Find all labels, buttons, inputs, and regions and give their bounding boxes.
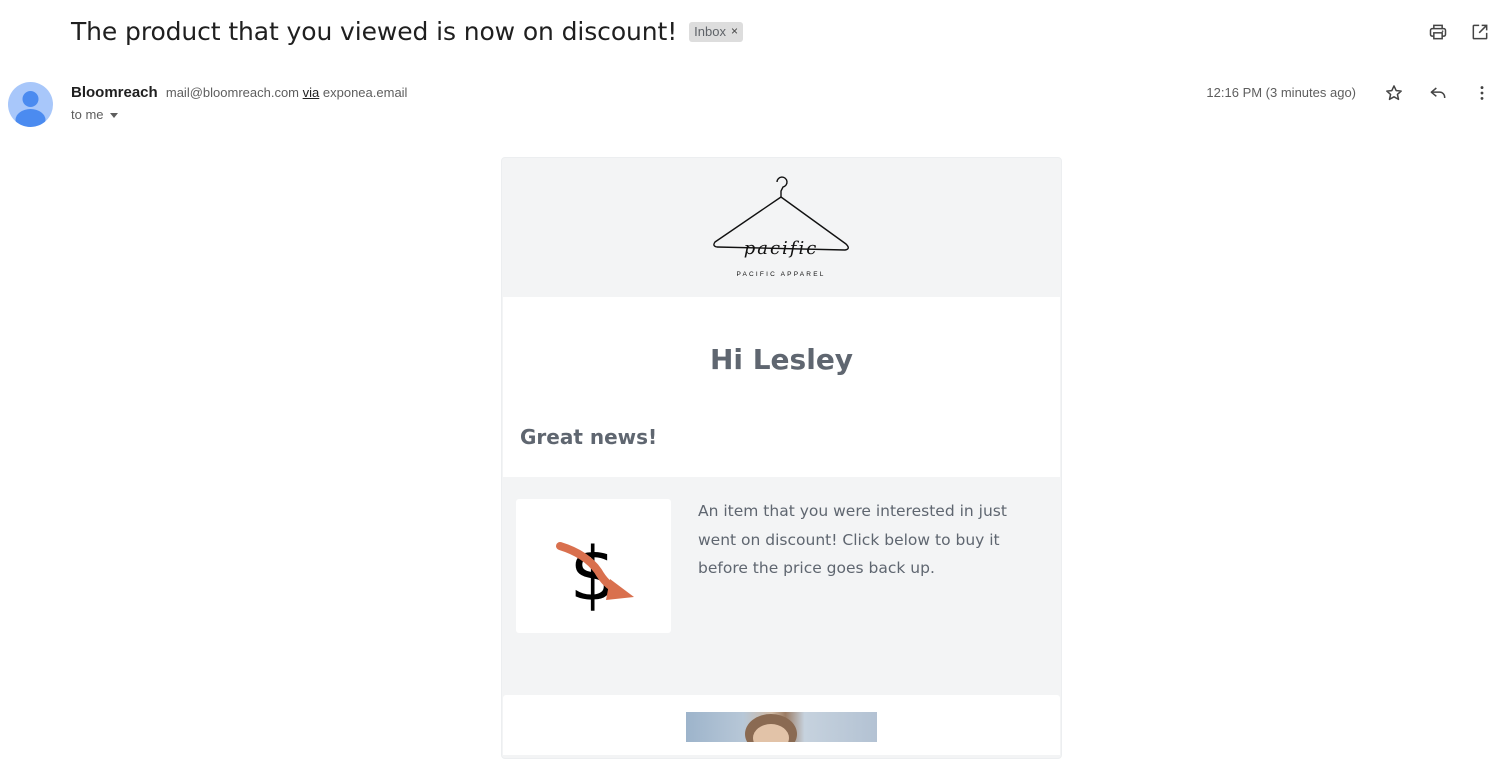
label-text: Inbox [694, 23, 726, 39]
greeting-section: Hi Lesley Great news! [503, 297, 1060, 477]
sender-email-group: mail@bloomreach.com via exponea.email [166, 85, 408, 100]
more-vert-icon[interactable] [1472, 83, 1492, 103]
price-drop-dollar-icon: $ [556, 532, 634, 618]
recipient-text: to me [71, 107, 104, 122]
greeting-heading: Hi Lesley [709, 343, 854, 376]
brand-header: pacific PACIFIC APPAREL [502, 158, 1061, 297]
hanger-logo-icon: pacific PACIFIC APPAREL [713, 176, 849, 278]
via-domain: exponea.email [322, 85, 408, 100]
chevron-down-icon [109, 113, 118, 118]
inbox-label-chip[interactable]: Inbox × [689, 21, 743, 42]
product-section: $ An item that you were interested in ju… [502, 477, 1061, 695]
model-photo-icon [745, 714, 797, 742]
headline-text: Great news! [520, 425, 658, 449]
email-timestamp: 12:16 PM (3 minutes ago) [1206, 85, 1356, 100]
product-image[interactable]: $ [516, 499, 671, 633]
sender-name[interactable]: Bloomreach [71, 84, 158, 101]
recipient-details-toggle[interactable]: to me [71, 107, 118, 122]
sender-email: mail@bloomreach.com [165, 85, 300, 100]
brand-name: PACIFIC APPAREL [736, 271, 825, 278]
brand-script: pacific [744, 238, 819, 259]
star-icon[interactable] [1384, 83, 1404, 103]
svg-text:$: $ [569, 532, 616, 618]
sender-avatar[interactable] [8, 82, 53, 127]
sender-line: Bloomreach mail@bloomreach.com via expon… [71, 84, 407, 101]
email-subject: The product that you viewed is now on di… [71, 17, 678, 46]
product-photo-section [503, 695, 1060, 755]
reply-icon[interactable] [1428, 83, 1448, 103]
remove-label-icon[interactable]: × [731, 24, 738, 38]
print-icon[interactable] [1428, 22, 1448, 42]
product-photo[interactable] [686, 712, 877, 742]
product-message: An item that you were interested in just… [698, 502, 1007, 577]
via-link[interactable]: via [303, 85, 320, 100]
email-body-card: pacific PACIFIC APPAREL Hi Lesley Great … [501, 157, 1062, 759]
email-subject-row: The product that you viewed is now on di… [71, 17, 743, 46]
message-actions [1384, 83, 1492, 103]
open-in-new-window-icon[interactable] [1470, 22, 1490, 42]
subject-actions [1428, 22, 1490, 42]
person-avatar-icon [15, 91, 46, 127]
